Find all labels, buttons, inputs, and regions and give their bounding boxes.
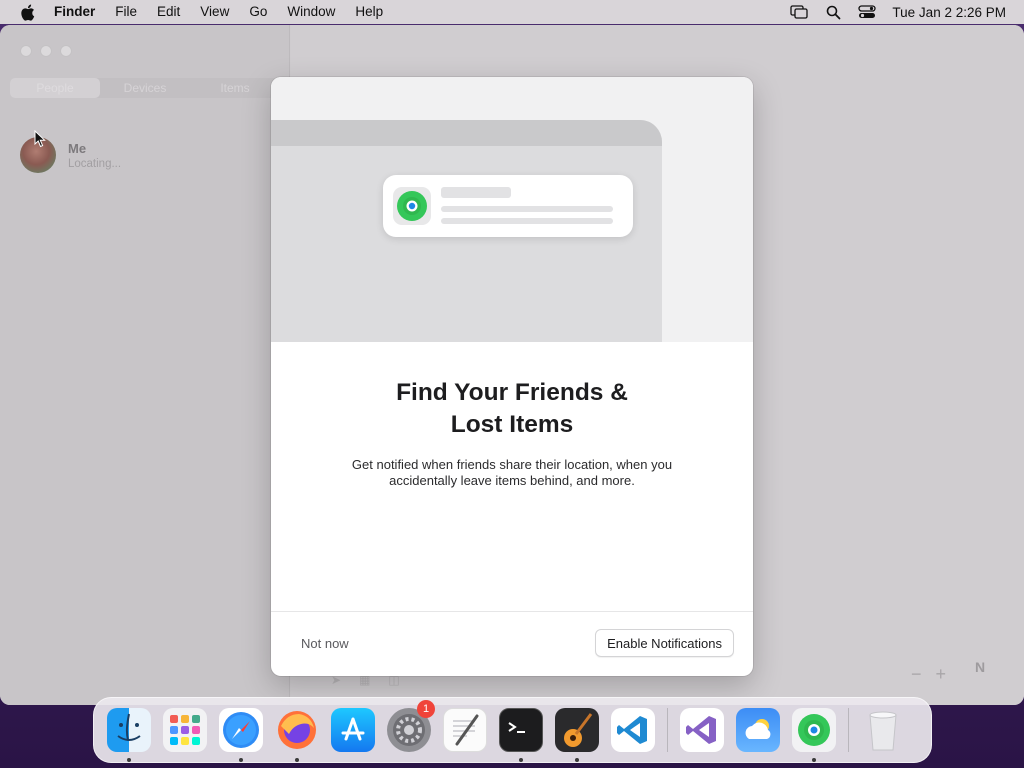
find-my-icon [792,708,836,752]
sheet-title-line-1: Find Your Friends & [396,379,628,406]
findmy-sidebar: People Devices Items Me Locating... [0,25,290,705]
dock-weather[interactable] [730,702,786,758]
dock-textedit[interactable] [437,702,493,758]
enable-notifications-button[interactable]: Enable Notifications [595,629,734,657]
dock-garageband[interactable] [549,702,605,762]
dock-separator [667,708,668,752]
dock-firefox[interactable] [269,702,325,762]
tab-items[interactable]: Items [190,78,280,98]
running-indicator [575,758,579,762]
sheet-title-line-2: Lost Items [450,411,574,438]
findmy-app-icon [393,187,431,225]
textedit-icon [443,708,487,752]
sheet-illustration [271,77,753,342]
notifications-onboarding-sheet: Find Your Friends & Lost Items Get notif… [271,77,753,676]
zoom-controls: − + [911,664,946,685]
menu-help[interactable]: Help [345,0,393,24]
running-indicator [127,758,131,762]
screen-mirroring-icon[interactable] [782,0,816,24]
running-indicator [812,758,816,762]
tab-devices[interactable]: Devices [100,78,190,98]
sheet-footer: Not now Enable Notifications [271,611,753,676]
dock-system-settings[interactable]: 1 [381,700,437,758]
placeholder-line [441,218,613,224]
not-now-button[interactable]: Not now [301,636,349,651]
running-indicator [295,758,299,762]
dock-separator [848,708,849,752]
menu-window[interactable]: Window [277,0,345,24]
person-name: Me [68,140,87,156]
dock-find-my[interactable] [786,702,842,762]
search-icon[interactable] [816,0,850,24]
running-indicator [519,758,523,762]
sheet-title: Find Your Friends & Lost Items [271,377,753,441]
menu-app-name[interactable]: Finder [54,0,105,24]
running-indicator [239,758,243,762]
placeholder-line [441,206,613,212]
mouse-cursor-icon [34,129,46,153]
dock: 1 [93,697,932,763]
compass-label: N [974,659,986,675]
close-window-button[interactable] [20,45,32,57]
apple-menu-icon[interactable] [0,4,54,21]
zoom-out-button[interactable]: − [911,664,922,685]
menu-go[interactable]: Go [239,0,277,24]
app-store-icon [331,708,375,752]
laptop-illustration-bezel [271,120,662,146]
placeholder-line [441,187,511,198]
menu-file[interactable]: File [105,0,147,24]
compass-button[interactable]: N [958,645,1002,689]
person-status: Locating... [68,157,122,170]
notification-card-illustration [383,175,633,237]
menu-bar: Finder File Edit View Go Window Help Tue… [0,0,1024,24]
window-controls [20,45,72,57]
dock-vscode[interactable] [605,702,661,758]
dock-safari[interactable] [213,702,269,762]
dock-app-store[interactable] [325,702,381,758]
notification-badge: 1 [417,700,435,718]
dock-launchpad[interactable] [157,702,213,758]
sheet-description: Get notified when friends share their lo… [351,457,673,488]
safari-icon [219,708,263,752]
terminal-icon [499,708,543,752]
dock-terminal[interactable] [493,702,549,762]
menu-edit[interactable]: Edit [147,0,190,24]
finder-icon [107,708,151,752]
firefox-icon [275,708,319,752]
dock-finder[interactable] [101,702,157,762]
menu-view[interactable]: View [190,0,239,24]
zoom-in-button[interactable]: + [935,664,946,685]
findmy-tab-bar: People Devices Items [10,78,280,98]
dock-visual-studio[interactable] [674,702,730,758]
garageband-icon [555,708,599,752]
vscode-icon [611,708,655,752]
menu-bar-clock[interactable]: Tue Jan 2 2:26 PM [884,5,1024,20]
trash-icon [861,708,905,752]
minimize-window-button[interactable] [40,45,52,57]
visual-studio-icon [680,708,724,752]
weather-icon [736,708,780,752]
zoom-window-button[interactable] [60,45,72,57]
control-center-icon[interactable] [850,0,884,24]
tab-people[interactable]: People [10,78,100,98]
dock-trash[interactable] [855,702,911,758]
launchpad-icon [163,708,207,752]
